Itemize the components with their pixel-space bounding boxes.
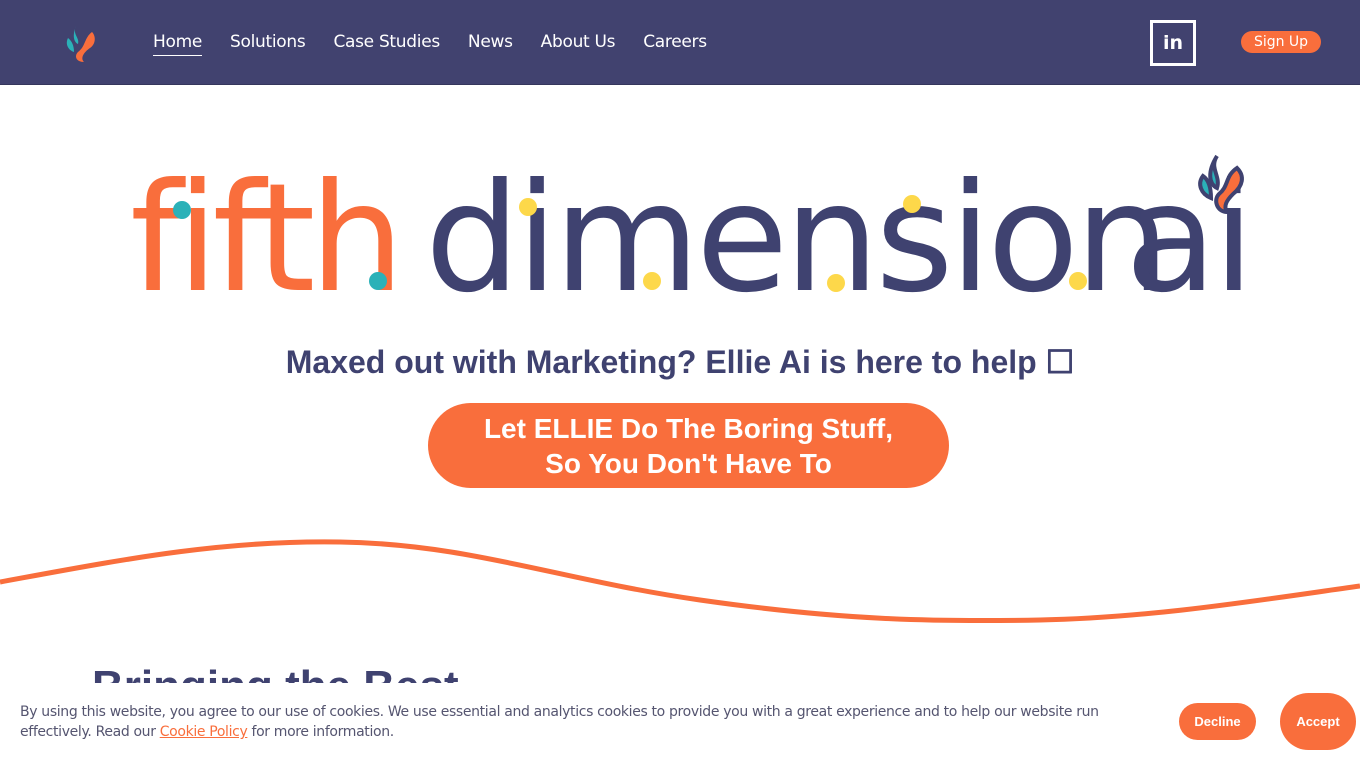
hero-tagline: Maxed out with Marketing? Ellie Ai is he… bbox=[285, 344, 1075, 380]
decline-cookies-button[interactable]: Decline bbox=[1179, 703, 1256, 740]
wave-divider bbox=[0, 539, 1360, 624]
top-navbar: Home Solutions Case Studies News About U… bbox=[0, 0, 1360, 85]
hero-brand-logo: fifth dimension ai bbox=[130, 152, 1250, 310]
cookie-policy-link[interactable]: Cookie Policy bbox=[160, 724, 248, 740]
nav-link-about-us[interactable]: About Us bbox=[541, 31, 616, 56]
nav-link-solutions[interactable]: Solutions bbox=[230, 31, 306, 56]
nav-link-case-studies[interactable]: Case Studies bbox=[333, 31, 440, 56]
nav-links: Home Solutions Case Studies News About U… bbox=[153, 31, 735, 56]
logo-dot-yellow-3 bbox=[827, 274, 845, 292]
nav-link-home[interactable]: Home bbox=[153, 31, 202, 56]
logo-dot-yellow-4 bbox=[903, 195, 921, 213]
cta-button[interactable]: Let ELLIE Do The Boring Stuff, So You Do… bbox=[428, 403, 949, 488]
logo-dot-yellow-1 bbox=[519, 198, 537, 216]
logo-dot-teal-2 bbox=[369, 272, 387, 290]
cookie-banner: By using this website, you agree to our … bbox=[0, 683, 1360, 764]
cookie-text-tail: for more information. bbox=[247, 724, 395, 740]
nav-link-careers[interactable]: Careers bbox=[643, 31, 707, 56]
accept-cookies-button[interactable]: Accept bbox=[1280, 693, 1356, 750]
linkedin-button[interactable]: in bbox=[1150, 20, 1196, 66]
brand-logo-icon[interactable] bbox=[62, 22, 102, 66]
linkedin-icon: in bbox=[1162, 32, 1184, 54]
logo-dot-yellow-2 bbox=[643, 272, 661, 290]
logo-word-fifth: fifth bbox=[130, 152, 399, 310]
logo-dot-yellow-5 bbox=[1069, 272, 1087, 290]
nav-link-news[interactable]: News bbox=[468, 31, 513, 56]
logo-word-dimension: dimension bbox=[425, 152, 1166, 310]
cookie-message: By using this website, you agree to our … bbox=[20, 702, 1160, 742]
cta-label: Let ELLIE Do The Boring Stuff, So You Do… bbox=[483, 412, 894, 479]
sign-up-button[interactable]: Sign Up bbox=[1241, 31, 1321, 53]
logo-dot-teal-1 bbox=[173, 201, 191, 219]
